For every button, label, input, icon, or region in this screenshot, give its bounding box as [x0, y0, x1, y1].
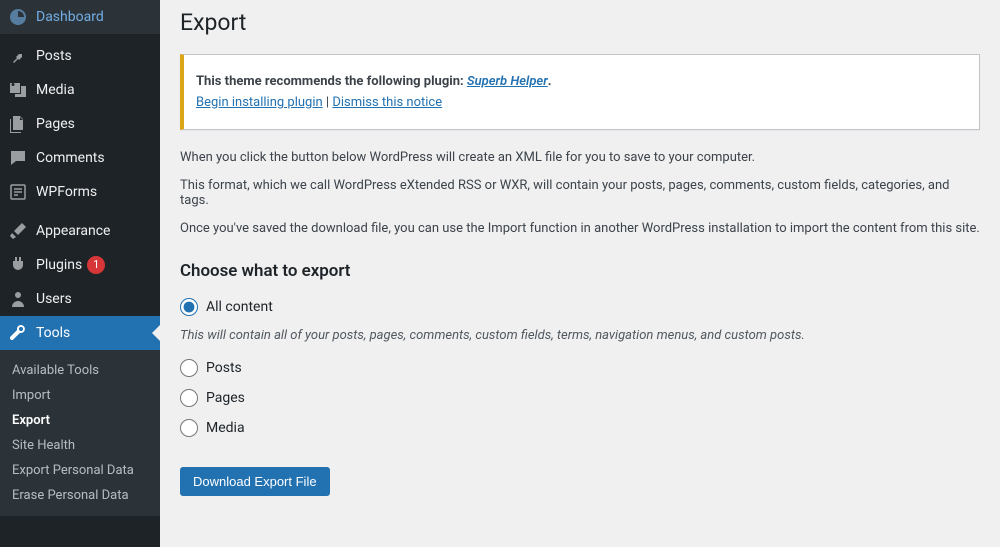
submenu-import[interactable]: Import	[0, 383, 160, 408]
page-title: Export	[180, 0, 980, 40]
sidebar-item-plugins[interactable]: Plugins 1	[0, 248, 160, 282]
sidebar-item-dashboard[interactable]: Dashboard	[0, 0, 160, 34]
all-content-hint: This will contain all of your posts, pag…	[180, 328, 980, 343]
sidebar-item-label: Comments	[36, 150, 105, 166]
main-content: Export This theme recommends the followi…	[160, 0, 1000, 547]
export-description-3: Once you've saved the download file, you…	[180, 221, 980, 236]
plugin-icon	[8, 255, 28, 275]
begin-installing-plugin-link[interactable]: Begin installing plugin	[196, 95, 323, 110]
download-export-file-button[interactable]: Download Export File	[180, 467, 330, 496]
label-media[interactable]: Media	[206, 420, 245, 436]
wpforms-icon	[8, 182, 28, 202]
pin-icon	[8, 46, 28, 66]
plugins-update-badge: 1	[87, 256, 105, 274]
notice-intro-text: This theme recommends the following plug…	[196, 74, 467, 89]
pages-icon	[8, 114, 28, 134]
dashboard-icon	[8, 7, 28, 27]
export-description-2: This format, which we call WordPress eXt…	[180, 178, 980, 208]
sidebar-item-label: WPForms	[36, 184, 97, 200]
sidebar-item-tools[interactable]: Tools	[0, 316, 160, 350]
sidebar-item-media[interactable]: Media	[0, 73, 160, 107]
wrench-icon	[8, 323, 28, 343]
submenu-export[interactable]: Export	[0, 408, 160, 433]
notice-period: .	[548, 74, 552, 89]
brush-icon	[8, 221, 28, 241]
admin-sidebar: Dashboard Posts Media Pages Commen	[0, 0, 160, 547]
submenu-site-health[interactable]: Site Health	[0, 433, 160, 458]
submenu-export-personal-data[interactable]: Export Personal Data	[0, 458, 160, 483]
sidebar-item-label: Users	[36, 291, 72, 307]
radio-media[interactable]	[180, 419, 198, 437]
label-pages[interactable]: Pages	[206, 390, 245, 406]
notice-plugin-link[interactable]: Superb Helper	[467, 74, 548, 89]
user-icon	[8, 289, 28, 309]
sidebar-item-label: Tools	[36, 325, 70, 341]
sidebar-item-label: Media	[36, 82, 75, 98]
sidebar-item-appearance[interactable]: Appearance	[0, 214, 160, 248]
tools-submenu: Available Tools Import Export Site Healt…	[0, 350, 160, 516]
label-posts[interactable]: Posts	[206, 360, 242, 376]
sidebar-item-label: Appearance	[36, 223, 110, 239]
sidebar-item-label: Pages	[36, 116, 75, 132]
radio-all-content[interactable]	[180, 298, 198, 316]
plugin-recommendation-notice: This theme recommends the following plug…	[180, 54, 980, 130]
sidebar-item-users[interactable]: Users	[0, 282, 160, 316]
submenu-available-tools[interactable]: Available Tools	[0, 358, 160, 383]
submenu-erase-personal-data[interactable]: Erase Personal Data	[0, 483, 160, 508]
sidebar-item-wpforms[interactable]: WPForms	[0, 175, 160, 209]
radio-pages[interactable]	[180, 389, 198, 407]
label-all-content[interactable]: All content	[206, 299, 273, 315]
sidebar-item-label: Posts	[36, 48, 72, 64]
sidebar-item-posts[interactable]: Posts	[0, 39, 160, 73]
choose-export-heading: Choose what to export	[180, 261, 980, 281]
sidebar-item-label: Plugins	[36, 257, 82, 273]
notice-separator: |	[323, 95, 333, 110]
sidebar-item-comments[interactable]: Comments	[0, 141, 160, 175]
radio-posts[interactable]	[180, 359, 198, 377]
comment-icon	[8, 148, 28, 168]
export-description-1: When you click the button below WordPres…	[180, 150, 980, 165]
media-icon	[8, 80, 28, 100]
sidebar-item-label: Dashboard	[36, 9, 104, 25]
sidebar-item-pages[interactable]: Pages	[0, 107, 160, 141]
dismiss-notice-link[interactable]: Dismiss this notice	[332, 95, 442, 110]
